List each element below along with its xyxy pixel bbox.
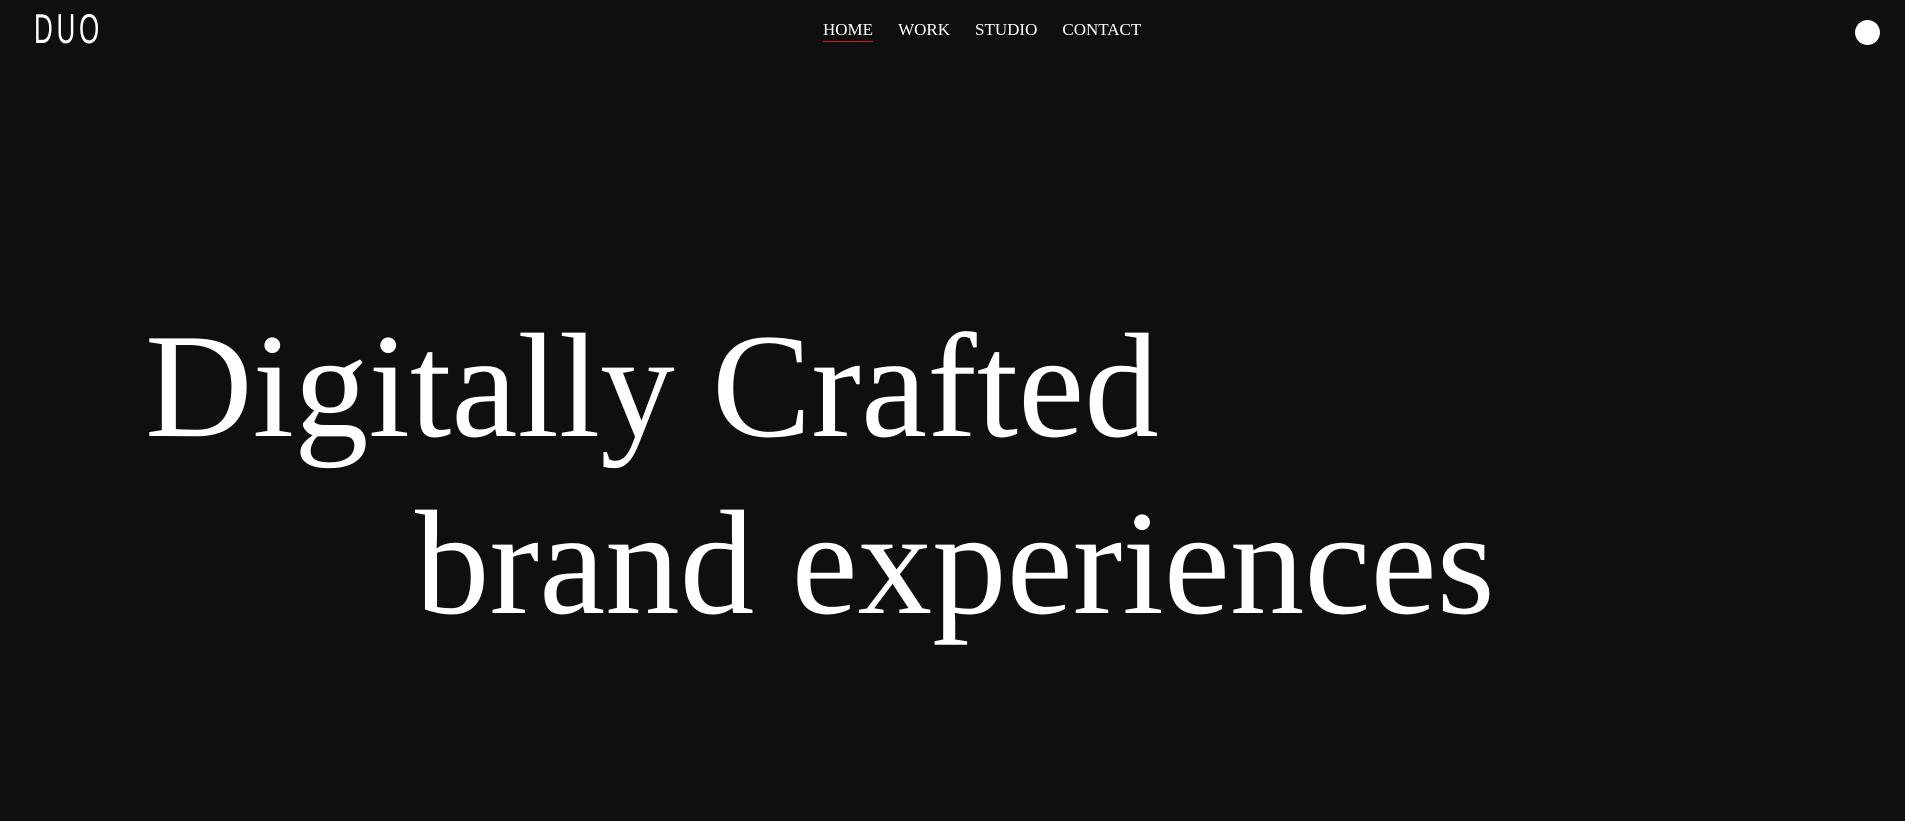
hero-headline-line-1: Digitally Crafted [145, 304, 1159, 469]
hero-headline-line-2: brand experiences [415, 481, 1495, 646]
hero-section: Digitally Crafted brand experiences [0, 0, 1905, 821]
